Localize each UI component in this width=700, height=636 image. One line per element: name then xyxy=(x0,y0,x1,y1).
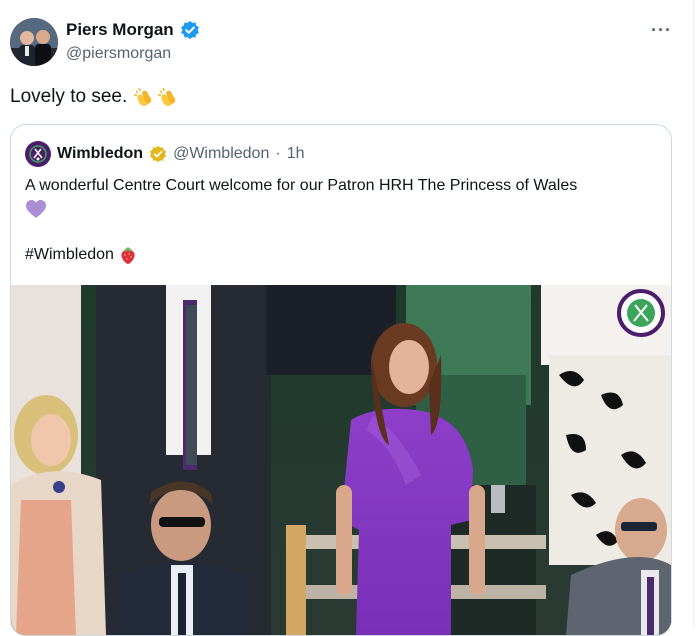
purple-heart-icon xyxy=(26,200,46,218)
avatar-photo-icon xyxy=(10,18,58,66)
quoted-tweet-card[interactable]: Wimbledon @Wimbledon · 1h A wonderful Ce… xyxy=(10,124,672,636)
author-name[interactable]: Piers Morgan xyxy=(66,20,174,40)
gold-verified-badge-icon[interactable] xyxy=(149,145,167,163)
meta-separator: · xyxy=(275,145,281,162)
verified-badge-icon[interactable] xyxy=(180,20,200,40)
strawberry-icon xyxy=(121,247,135,264)
timeline-divider xyxy=(693,0,694,629)
quoted-text: A wonderful Centre Court welcome for our… xyxy=(25,177,578,194)
tweet-text: Lovely to see. xyxy=(10,86,128,107)
quoted-media-photo[interactable] xyxy=(11,285,671,635)
photo-icon xyxy=(11,285,671,635)
author-handle[interactable]: @piersmorgan xyxy=(66,45,171,63)
quoted-author-name[interactable]: Wimbledon xyxy=(57,145,143,163)
clapping-hands-icon xyxy=(133,86,179,108)
quoted-text-block: A wonderful Centre Court welcome for our… xyxy=(25,175,655,226)
quoted-hashtag-row: #Wimbledon xyxy=(25,245,138,265)
hashtag-link[interactable]: #Wimbledon xyxy=(25,246,114,264)
author-avatar[interactable] xyxy=(10,18,58,66)
quoted-time[interactable]: 1h xyxy=(287,145,305,163)
more-options-icon[interactable]: ··· xyxy=(651,20,672,41)
quoted-handle[interactable]: @Wimbledon xyxy=(173,145,269,163)
tweet-text-row: Lovely to see. xyxy=(10,86,179,108)
wimbledon-logo-icon[interactable] xyxy=(25,141,51,167)
